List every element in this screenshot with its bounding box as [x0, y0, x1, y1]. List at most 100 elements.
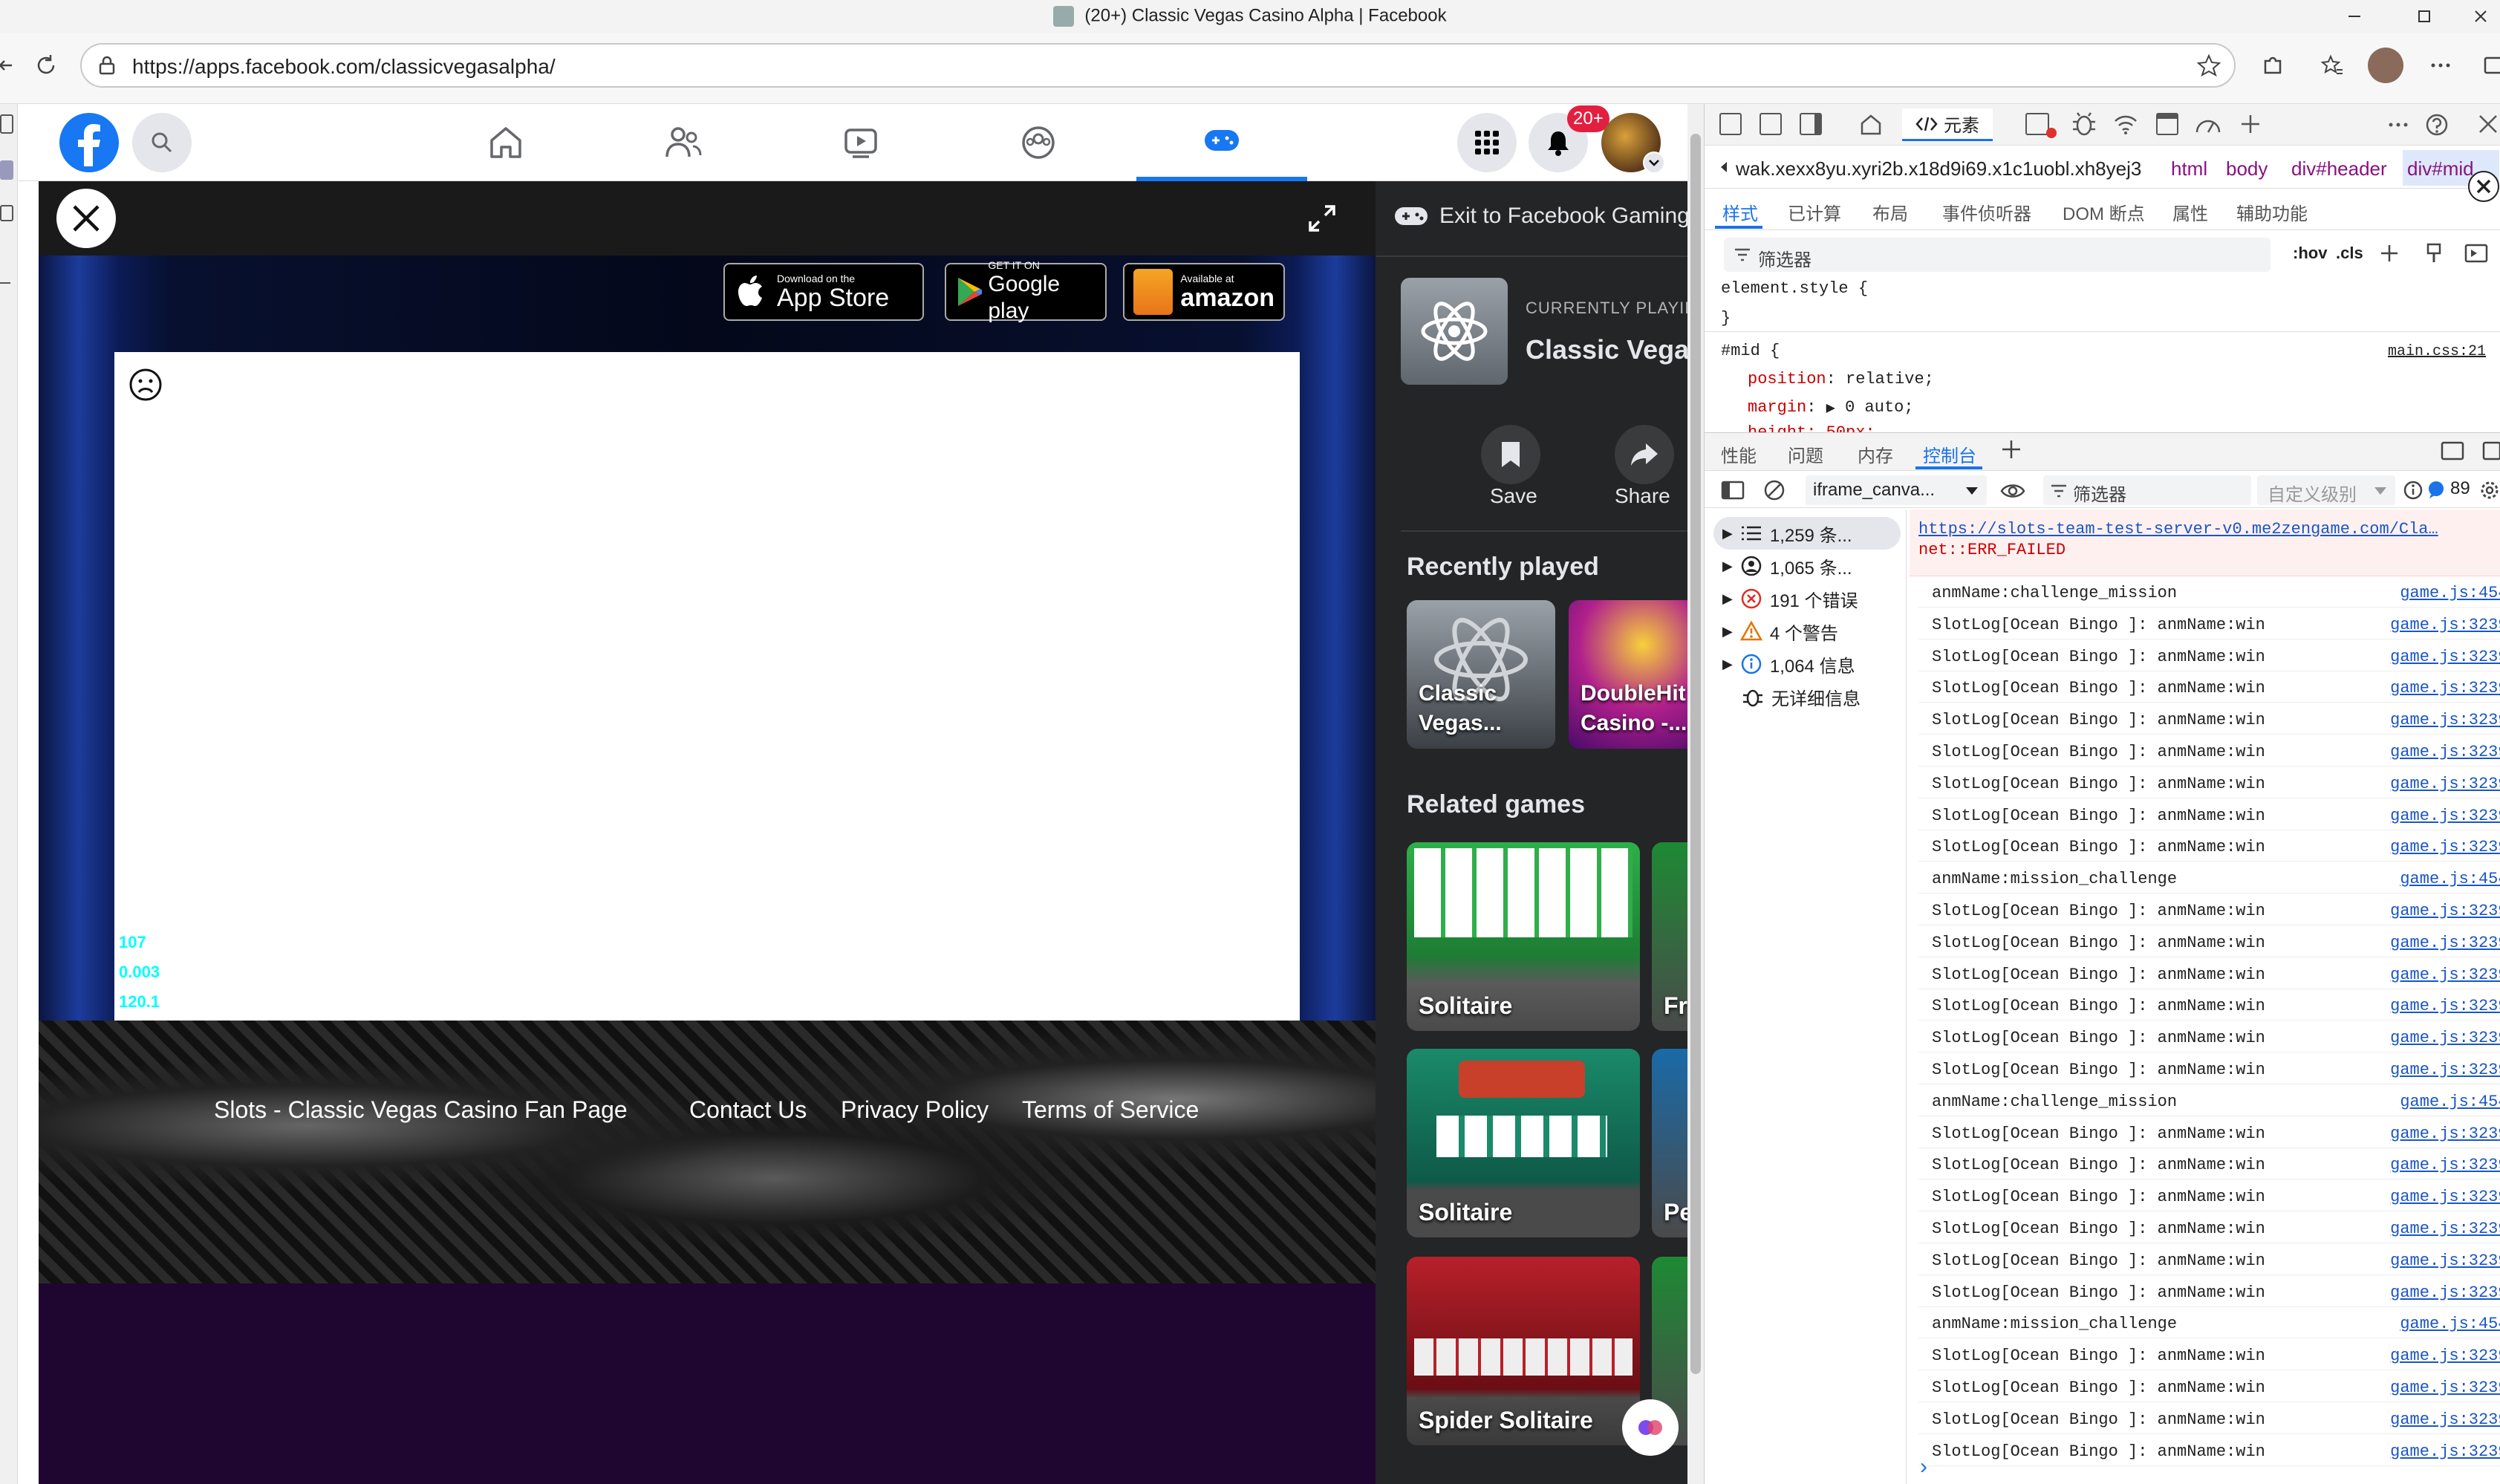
footer-link-privacy[interactable]: Privacy Policy [841, 1096, 989, 1124]
related-game-tile[interactable]: Spider Solitaire [1407, 1257, 1640, 1445]
issues-tab[interactable]: 问题 [1788, 441, 1823, 467]
sidebar-user-messages[interactable]: ▶ 1,065 条... [1722, 551, 1852, 581]
console-prompt[interactable]: › [1920, 1454, 1927, 1480]
log-source-link[interactable]: game.js:323922 [2390, 1347, 2500, 1365]
close-devtools-icon[interactable] [2477, 113, 2499, 135]
recent-game-tile[interactable]: Classic Vegas... [1407, 600, 1555, 749]
log-source-link[interactable]: game.js:323922 [2390, 1125, 2500, 1143]
console-log-row[interactable]: anmName:challenge_mission game.js:45424 [1918, 576, 2500, 608]
event-listeners-tab[interactable]: 事件侦听器 [1942, 199, 2031, 225]
console-log-row[interactable]: SlotLog[Ocean Bingo ]: anmName:win game.j… [1918, 1339, 2500, 1371]
console-settings-gear-icon[interactable] [2478, 478, 2500, 502]
show-sidebar-icon[interactable] [1721, 480, 1745, 501]
log-source-link[interactable]: game.js:323922 [2390, 711, 2500, 729]
reload-icon[interactable] [28, 48, 64, 83]
more-tools-icon[interactable] [2386, 113, 2410, 137]
favorite-star-icon[interactable] [2197, 53, 2221, 77]
log-source-link[interactable]: game.js:323922 [2390, 966, 2500, 984]
fullscreen-expand-icon[interactable] [1306, 202, 1338, 235]
recent-game-tile[interactable]: DoubleHit Casino -... [1569, 600, 1687, 749]
log-source-link[interactable]: game.js:323922 [2390, 743, 2500, 761]
info-icon[interactable] [2403, 480, 2423, 501]
console-log-row[interactable]: SlotLog[Ocean Bingo ]: anmName:win game.j… [1918, 1244, 2500, 1275]
minimize-button[interactable] [2341, 3, 2368, 30]
console-log-row[interactable]: SlotLog[Ocean Bingo ]: anmName:win game.j… [1918, 1371, 2500, 1402]
log-source-link[interactable]: game.js:323922 [2390, 1410, 2500, 1429]
cls-toggle[interactable]: .cls [2336, 244, 2363, 263]
friends-icon[interactable] [598, 104, 769, 181]
device-emulation-icon[interactable] [1760, 113, 1782, 135]
search-icon[interactable] [132, 113, 192, 172]
log-source-link[interactable]: game.js:45424 [2400, 584, 2500, 602]
chevron-down-icon[interactable] [1643, 152, 1665, 174]
groups-icon[interactable] [953, 104, 1124, 181]
console-log-row[interactable]: anmName:mission_challenge game.js:45424 [1918, 1307, 2500, 1339]
performance-icon[interactable] [2195, 111, 2221, 137]
console-log-row[interactable]: SlotLog[Ocean Bingo ]: anmName:win game.j… [1918, 1180, 2500, 1212]
error-url[interactable]: https://slots-team-test-server-v0.me2zen… [1918, 520, 2438, 538]
sidebar-errors[interactable]: ▶ 191 个错误 [1722, 584, 1858, 614]
network-wifi-icon[interactable] [2113, 111, 2138, 137]
css-declaration[interactable]: margin: ▶ 0 auto; [1748, 398, 1914, 417]
tab-icon[interactable] [0, 205, 13, 221]
breadcrumb-item[interactable]: body [2226, 157, 2268, 180]
console-log-row[interactable]: SlotLog[Ocean Bingo ]: anmName:win game.j… [1918, 799, 2500, 830]
log-source-link[interactable]: game.js:323922 [2390, 1061, 2500, 1079]
console-log-row[interactable]: SlotLog[Ocean Bingo ]: anmName:win game.j… [1918, 894, 2500, 925]
application-icon[interactable] [2156, 113, 2178, 135]
related-game-tile[interactable]: Solitaire [1407, 1049, 1640, 1237]
performance-tab[interactable]: 性能 [1721, 441, 1757, 467]
favorites-icon[interactable] [2314, 48, 2350, 83]
clear-console-icon[interactable] [1762, 478, 1786, 502]
footer-link-terms[interactable]: Terms of Service [1022, 1096, 1199, 1124]
welcome-home-icon[interactable] [1859, 113, 1883, 137]
page-scrollbar-thumb[interactable] [1690, 134, 1701, 1374]
log-source-link[interactable]: game.js:323922 [2390, 1283, 2500, 1302]
new-rule-plus-icon[interactable] [2379, 242, 2403, 266]
google-play-badge[interactable]: GET IT ON Google play [945, 259, 1107, 323]
sidebar-toggle-icon[interactable] [2476, 48, 2500, 83]
related-game-tile[interactable]: Fr [1652, 842, 1687, 1031]
console-log-row[interactable]: SlotLog[Ocean Bingo ]: anmName:win game.j… [1918, 767, 2500, 798]
sidebar-messages[interactable]: ▶ 1,259 条... [1722, 518, 1852, 548]
log-source-link[interactable]: game.js:323922 [2390, 1252, 2500, 1270]
back-arrow-icon[interactable] [0, 48, 25, 83]
sidebar-info[interactable]: ▶ 1,064 信息 [1722, 649, 1855, 679]
inspect-element-icon[interactable] [1719, 113, 1742, 135]
console-log-row[interactable]: SlotLog[Ocean Bingo ]: anmName:win game.j… [1918, 1212, 2500, 1243]
log-source-link[interactable]: game.js:323922 [2390, 1029, 2500, 1047]
sidebar-warnings[interactable]: ▶ 4 个警告 [1722, 616, 1838, 646]
game-canvas[interactable] [114, 352, 1300, 1021]
log-source-link[interactable]: game.js:323922 [2390, 648, 2500, 666]
layout-tab[interactable]: 布局 [1872, 199, 1908, 225]
add-tool-plus-icon[interactable] [2239, 113, 2262, 135]
breadcrumb-item[interactable]: wak.xexx8yu.xyri2b.x18d9i69.x1c1uobl.xh8… [1736, 157, 2141, 180]
styles-filter-input[interactable]: 筛选器 [1724, 238, 2270, 272]
log-source-link[interactable]: game.js:323922 [2390, 775, 2500, 793]
console-log-row[interactable]: SlotLog[Ocean Bingo ]: anmName:win game.j… [1918, 1276, 2500, 1307]
console-log-row[interactable]: SlotLog[Ocean Bingo ]: anmName:win game.j… [1918, 640, 2500, 671]
css-rule-selector[interactable]: #mid { [1721, 342, 1780, 360]
caret-right-icon[interactable]: ▶ [1826, 402, 1835, 415]
console-log-row[interactable]: anmName:mission_challenge game.js:45424 [1918, 862, 2500, 894]
save-button[interactable] [1481, 425, 1540, 484]
console-log-row[interactable]: SlotLog[Ocean Bingo ]: anmName:win game.j… [1918, 1021, 2500, 1053]
log-source-link[interactable]: game.js:45424 [2400, 1093, 2500, 1111]
console-log-row[interactable]: SlotLog[Ocean Bingo ]: anmName:win game.j… [1918, 989, 2500, 1021]
console-log-row[interactable]: SlotLog[Ocean Bingo ]: anmName:win game.j… [1918, 1435, 2500, 1466]
breadcrumb-item[interactable]: html [2171, 157, 2207, 180]
exit-to-gaming-link[interactable]: Exit to Facebook Gaming [1393, 204, 1687, 229]
game-thumbnail[interactable] [1401, 278, 1508, 385]
close-game-button[interactable] [56, 189, 116, 248]
breadcrumb-item[interactable]: div#header [2291, 157, 2387, 180]
log-source-link[interactable]: game.js:323922 [2390, 807, 2500, 825]
log-source-link[interactable]: game.js:45424 [2400, 870, 2500, 888]
footer-link-fan-page[interactable]: Slots - Classic Vegas Casino Fan Page [214, 1096, 628, 1124]
log-source-link[interactable]: game.js:323922 [2390, 997, 2500, 1015]
maximize-button[interactable] [2411, 3, 2438, 30]
log-source-link[interactable]: game.js:323922 [2390, 1188, 2500, 1206]
tab-icon-active[interactable] [0, 160, 13, 180]
console-log-row[interactable]: SlotLog[Ocean Bingo ]: anmName:win game.j… [1918, 830, 2500, 862]
paint-brush-icon[interactable] [2423, 242, 2444, 264]
tab-icon[interactable] [0, 114, 13, 134]
